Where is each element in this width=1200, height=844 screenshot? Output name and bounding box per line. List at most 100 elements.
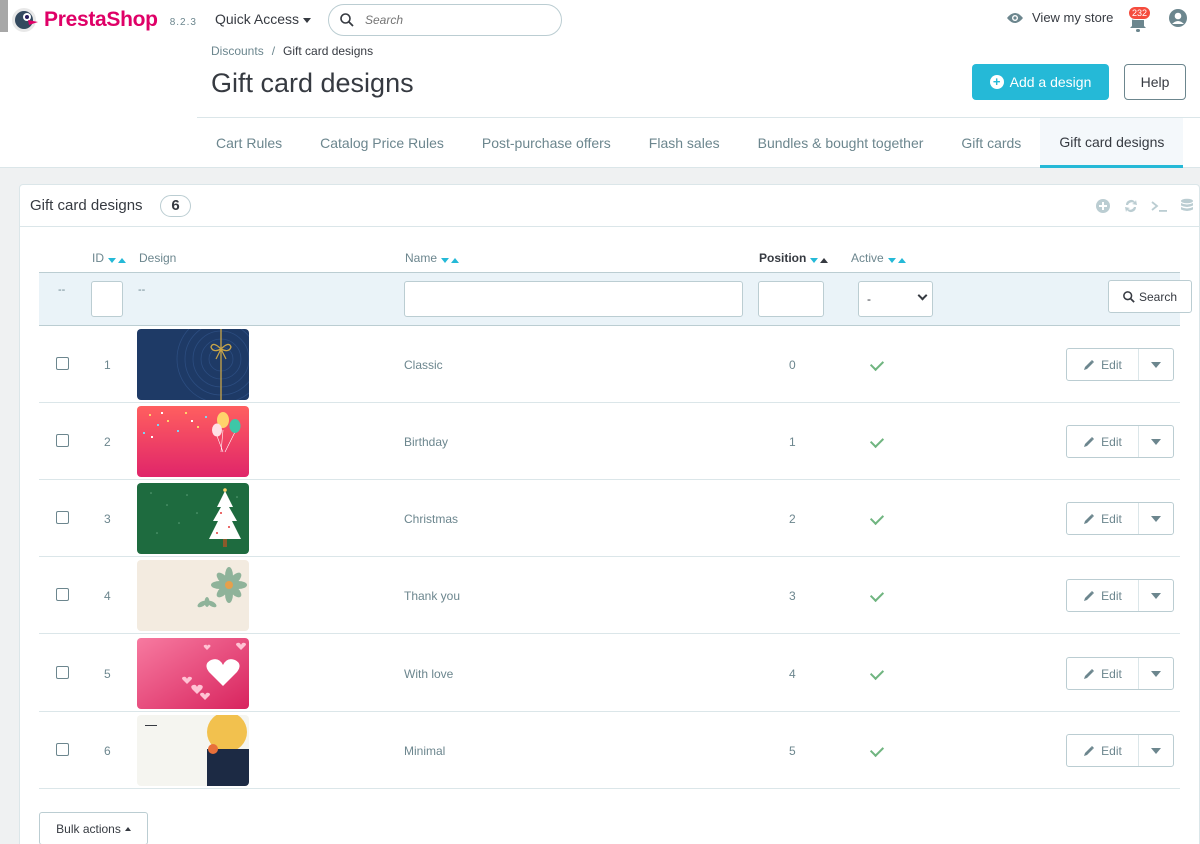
employee-profile[interactable] [1168, 8, 1188, 31]
active-check-icon[interactable] [869, 433, 885, 449]
table-row[interactable]: 3 Christmas 2 Edit [39, 480, 1180, 557]
row-id: 5 [104, 667, 111, 681]
design-thumbnail-with-love[interactable] [137, 638, 249, 709]
refresh-icon[interactable] [1121, 196, 1141, 216]
row-checkbox[interactable] [56, 588, 69, 601]
sidebar-edge [0, 0, 8, 32]
page-title: Gift card designs [211, 68, 414, 98]
row-actions-dropdown[interactable] [1139, 580, 1173, 611]
caret-down-icon [1151, 438, 1161, 445]
edit-button[interactable]: Edit [1067, 580, 1139, 611]
row-name: Christmas [404, 512, 459, 526]
row-actions: Edit [1066, 348, 1174, 381]
position-filter-input[interactable] [758, 281, 824, 317]
design-thumbnail-thank-you[interactable] [137, 560, 249, 631]
row-actions-dropdown[interactable] [1139, 426, 1173, 457]
row-checkbox[interactable] [56, 743, 69, 756]
puffin-logo-icon [8, 6, 40, 34]
breadcrumb-current: Gift card designs [283, 44, 374, 58]
row-position: 0 [789, 358, 796, 372]
prestashop-logo[interactable]: PrestaShop 8.2.3 [8, 6, 197, 34]
database-export-icon[interactable] [1177, 196, 1197, 216]
bulk-filter-placeholder: -- [58, 284, 66, 296]
row-checkbox[interactable] [56, 511, 69, 524]
row-actions-dropdown[interactable] [1139, 503, 1173, 534]
active-filter-select[interactable]: - [858, 281, 933, 317]
row-id: 2 [104, 435, 111, 449]
help-button[interactable]: Help [1124, 64, 1186, 100]
edit-button[interactable]: Edit [1067, 426, 1139, 457]
id-filter-input[interactable] [91, 281, 123, 317]
edit-button[interactable]: Edit [1067, 658, 1139, 689]
row-position: 3 [789, 589, 796, 603]
active-check-icon[interactable] [869, 665, 885, 681]
name-filter-input[interactable] [404, 281, 743, 317]
user-avatar-icon [1169, 9, 1187, 27]
column-header-position[interactable]: Position [759, 251, 829, 266]
panel-title: Gift card designs [30, 197, 143, 214]
row-actions-dropdown[interactable] [1139, 735, 1173, 766]
table-row[interactable]: 4 Thank you 3 Edit [39, 557, 1180, 634]
edit-button[interactable]: Edit [1067, 349, 1139, 380]
edit-button[interactable]: Edit [1067, 735, 1139, 766]
sql-query-icon[interactable] [1149, 196, 1169, 216]
row-actions-dropdown[interactable] [1139, 658, 1173, 689]
column-header-name[interactable]: Name [405, 251, 460, 266]
table-row[interactable]: 5 With love 4 Edit [39, 635, 1180, 712]
row-checkbox[interactable] [56, 434, 69, 447]
bulk-actions-button[interactable]: Bulk actions [39, 812, 148, 844]
add-new-icon[interactable] [1093, 196, 1113, 216]
active-check-icon[interactable] [869, 587, 885, 603]
edit-label: Edit [1101, 743, 1122, 758]
tab-catalog-price-rules[interactable]: Catalog Price Rules [301, 118, 463, 168]
design-thumbnail-minimal[interactable] [137, 715, 249, 786]
tab-gift-card-designs[interactable]: Gift card designs [1040, 118, 1184, 168]
header-search-input[interactable] [365, 10, 545, 30]
row-position: 5 [789, 744, 796, 758]
row-checkbox[interactable] [56, 666, 69, 679]
pencil-icon [1084, 745, 1095, 756]
tab-post-purchase-offers[interactable]: Post-purchase offers [463, 118, 630, 168]
row-actions: Edit [1066, 734, 1174, 767]
edit-button[interactable]: Edit [1067, 503, 1139, 534]
tab-flash-sales[interactable]: Flash sales [630, 118, 739, 168]
sort-arrows-icon[interactable] [810, 252, 829, 266]
row-actions-dropdown[interactable] [1139, 349, 1173, 380]
active-check-icon[interactable] [869, 356, 885, 372]
sort-arrows-icon[interactable] [108, 252, 126, 266]
quick-access-dropdown[interactable]: Quick Access [215, 11, 312, 27]
table-row[interactable]: 6 Minimal 5 Edit [39, 712, 1180, 789]
table-row[interactable]: 2 Birthday 1 Edit [39, 403, 1180, 480]
active-check-icon[interactable] [869, 510, 885, 526]
pencil-icon [1084, 513, 1095, 524]
design-thumbnail-classic[interactable] [137, 329, 249, 400]
add-design-button[interactable]: + Add a design [972, 64, 1109, 100]
version-label: 8.2.3 [169, 16, 197, 28]
row-actions: Edit [1066, 657, 1174, 690]
row-actions: Edit [1066, 425, 1174, 458]
pencil-icon [1084, 359, 1095, 370]
sort-arrows-icon[interactable] [441, 252, 460, 266]
row-checkbox[interactable] [56, 357, 69, 370]
panel-count-badge: 6 [160, 195, 191, 217]
header-search[interactable] [328, 4, 562, 36]
caret-down-icon [1151, 747, 1161, 754]
sort-arrows-icon[interactable] [887, 252, 906, 266]
column-header-active[interactable]: Active [851, 251, 906, 266]
tab-bundles[interactable]: Bundles & bought together [739, 118, 943, 168]
filter-search-label: Search [1138, 289, 1178, 304]
tab-gift-cards[interactable]: Gift cards [942, 118, 1040, 168]
active-check-icon[interactable] [869, 742, 885, 758]
panel-heading: Gift card designs 6 [20, 185, 1199, 227]
design-thumbnail-birthday[interactable] [137, 406, 249, 477]
breadcrumb-discounts[interactable]: Discounts [211, 44, 264, 58]
view-my-store-link[interactable]: View my store [1006, 10, 1113, 25]
bulk-actions-label: Bulk actions [56, 821, 121, 836]
column-header-id[interactable]: ID [92, 251, 126, 266]
design-thumbnail-christmas[interactable] [137, 483, 249, 554]
table-row[interactable]: 1 Classic 0 Edit [39, 326, 1180, 403]
column-active-label: Active [851, 251, 884, 265]
gift-card-designs-panel: Gift card designs 6 ID Design Name Posit… [19, 184, 1200, 844]
filter-search-button[interactable]: Search [1108, 280, 1192, 313]
tab-cart-rules[interactable]: Cart Rules [197, 118, 301, 168]
